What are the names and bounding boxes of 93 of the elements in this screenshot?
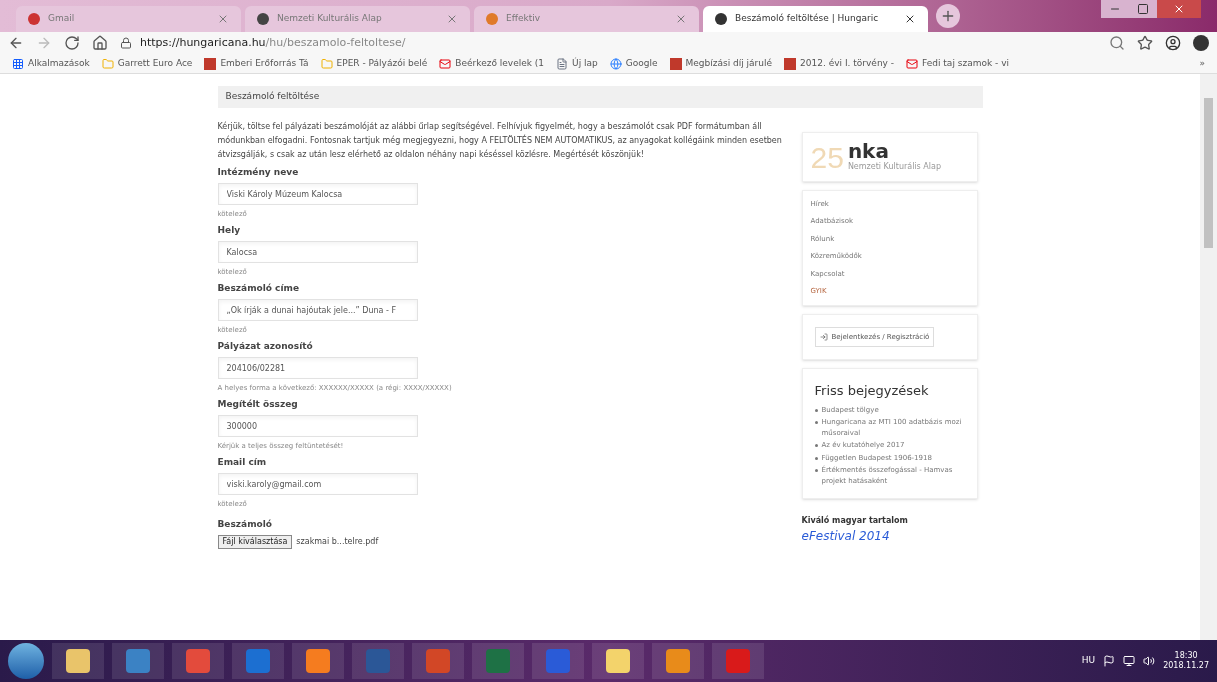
favicon-icon xyxy=(715,13,727,25)
home-icon[interactable] xyxy=(92,35,108,51)
text-input[interactable]: 204106/02281 xyxy=(217,357,418,379)
network-icon[interactable] xyxy=(1123,655,1136,667)
profile-icon[interactable] xyxy=(1165,35,1181,51)
app-icon xyxy=(666,649,690,673)
new-tab-button[interactable] xyxy=(936,4,960,28)
bullet-icon xyxy=(814,469,818,472)
login-icon xyxy=(819,332,828,341)
zoom-icon[interactable] xyxy=(1109,35,1125,51)
app-icon xyxy=(606,649,630,673)
bookmark-link[interactable]: Fedi taj szamok - vi xyxy=(922,56,1009,71)
app-icon xyxy=(246,649,270,673)
taskbar-app-button[interactable] xyxy=(292,643,344,679)
favicon-icon xyxy=(28,13,40,25)
mail-icon xyxy=(906,57,919,70)
tab-title: Effektiv xyxy=(506,12,541,26)
clock[interactable]: 18:30 2018.11.27 xyxy=(1163,651,1209,671)
taskbar-app-button[interactable] xyxy=(592,643,644,679)
reload-icon[interactable] xyxy=(64,35,80,51)
field-label: Megítélt összeg xyxy=(217,397,299,411)
text-input[interactable]: Kalocsa xyxy=(217,241,418,263)
bookmark-icon xyxy=(204,57,217,70)
bookmark-icon xyxy=(784,57,797,70)
text-input[interactable]: viski.karoly@gmail.com xyxy=(217,473,418,495)
taskbar-app-button[interactable] xyxy=(652,643,704,679)
language-indicator[interactable]: HU xyxy=(1081,654,1096,668)
bookmark-link[interactable]: Emberi Erőforrás Tá xyxy=(220,56,309,71)
app-icon xyxy=(186,649,210,673)
intro-paragraph: Kérjük, töltse fel pályázati beszámolóját az alábbi űrlap segítségével. Felhívjuk figyelmét, hogy a beszámolót csak PDF formátumban áll módunkban elfogadni. Fontosnak tartjuk még megjegyezni, hogy A FELTÖLTÉS NEM AUTOMATIKUS, az anyagokat kollégáink minden esetben átvizsgálják, s csak az után lesz elérhető az oldalon néhány napi késéssel közlésre. Megértését köszönjük! xyxy=(217,120,783,161)
app-icon xyxy=(426,649,450,673)
text-input[interactable]: Viski Károly Múzeum Kalocsa xyxy=(217,183,418,205)
bookmark-icon xyxy=(669,57,682,70)
tab-title: Nemzeti Kulturális Alap xyxy=(277,12,383,26)
favicon-icon xyxy=(486,13,498,25)
section-header: Beszámoló feltöltése xyxy=(217,86,983,108)
banner-subtitle: eFestival 2014 xyxy=(801,528,891,545)
app-icon xyxy=(66,649,90,673)
taskbar-app-button[interactable] xyxy=(52,643,104,679)
apps-grid-icon xyxy=(12,57,24,70)
field-label: Intézmény neve xyxy=(217,165,300,179)
back-icon[interactable] xyxy=(8,35,24,51)
scrollbar[interactable] xyxy=(1200,74,1217,640)
bookmark-link[interactable]: 2012. évi I. törvény - xyxy=(800,56,895,71)
start-button[interactable] xyxy=(8,643,44,679)
app-icon xyxy=(486,649,510,673)
banner-title: Kiváló magyar tartalom xyxy=(801,515,909,527)
more-bookmarks[interactable]: » xyxy=(1199,56,1205,71)
field-label: Beszámoló xyxy=(217,517,273,531)
bookmark-link[interactable]: Beérkező levelek (1 xyxy=(455,56,545,71)
field-label: Email cím xyxy=(217,455,268,469)
maximize-icon xyxy=(1137,3,1149,15)
bullet-icon xyxy=(814,456,818,460)
text-input[interactable]: „Ők írják a dunai hajóutak jele...” Duna - F xyxy=(217,299,418,321)
bullet-icon xyxy=(814,421,818,424)
bullet-icon xyxy=(814,444,818,447)
volume-icon[interactable] xyxy=(1143,655,1156,667)
bookmark-link[interactable]: EPER - Pályázói belé xyxy=(336,56,428,71)
mail-icon xyxy=(439,57,452,70)
app-icon xyxy=(306,649,330,673)
field-label: Beszámoló címe xyxy=(217,281,300,295)
bookmark-star-icon[interactable] xyxy=(1137,35,1153,51)
app-icon xyxy=(546,649,570,673)
folder-icon xyxy=(320,57,333,70)
bookmark-link[interactable]: Garrett Euro Ace xyxy=(117,56,193,71)
browser-tab[interactable]: Beszámoló feltöltése | Hungaric xyxy=(703,6,928,32)
tab-title: Gmail xyxy=(48,12,76,26)
flag-icon[interactable] xyxy=(1103,655,1116,667)
bookmark-link[interactable]: Megbízási díj járulé xyxy=(685,56,773,71)
field-label: Hely xyxy=(217,223,242,237)
tab-title: Beszámoló feltöltése | Hungaric xyxy=(735,12,880,26)
page-icon xyxy=(556,57,569,70)
folder-icon xyxy=(101,57,114,70)
app-icon xyxy=(726,649,750,673)
file-name: szakmai b...telre.pdf xyxy=(296,536,379,548)
text-input[interactable]: 300000 xyxy=(217,415,418,437)
plus-icon xyxy=(940,8,956,24)
close-icon xyxy=(1173,3,1185,15)
bookmark-link[interactable]: Új lap xyxy=(572,56,598,71)
app-icon xyxy=(126,649,150,673)
bookmark-link[interactable]: Google xyxy=(625,56,658,71)
choose-file-button[interactable]: Fájl kiválasztása xyxy=(217,535,293,549)
globe-icon xyxy=(609,57,622,70)
recent-posts-title: Friss bejegyzések xyxy=(814,382,930,400)
field-label: Pályázat azonosító xyxy=(217,339,314,353)
extension-icon[interactable] xyxy=(1193,35,1209,51)
bookmark-link[interactable]: Alkalmazások xyxy=(28,56,90,71)
app-icon xyxy=(366,649,390,673)
favicon-icon xyxy=(257,13,269,25)
close-icon[interactable] xyxy=(904,13,916,25)
maximize-button[interactable] xyxy=(1129,0,1157,18)
bullet-icon xyxy=(814,408,818,412)
forward-icon[interactable] xyxy=(36,35,52,51)
